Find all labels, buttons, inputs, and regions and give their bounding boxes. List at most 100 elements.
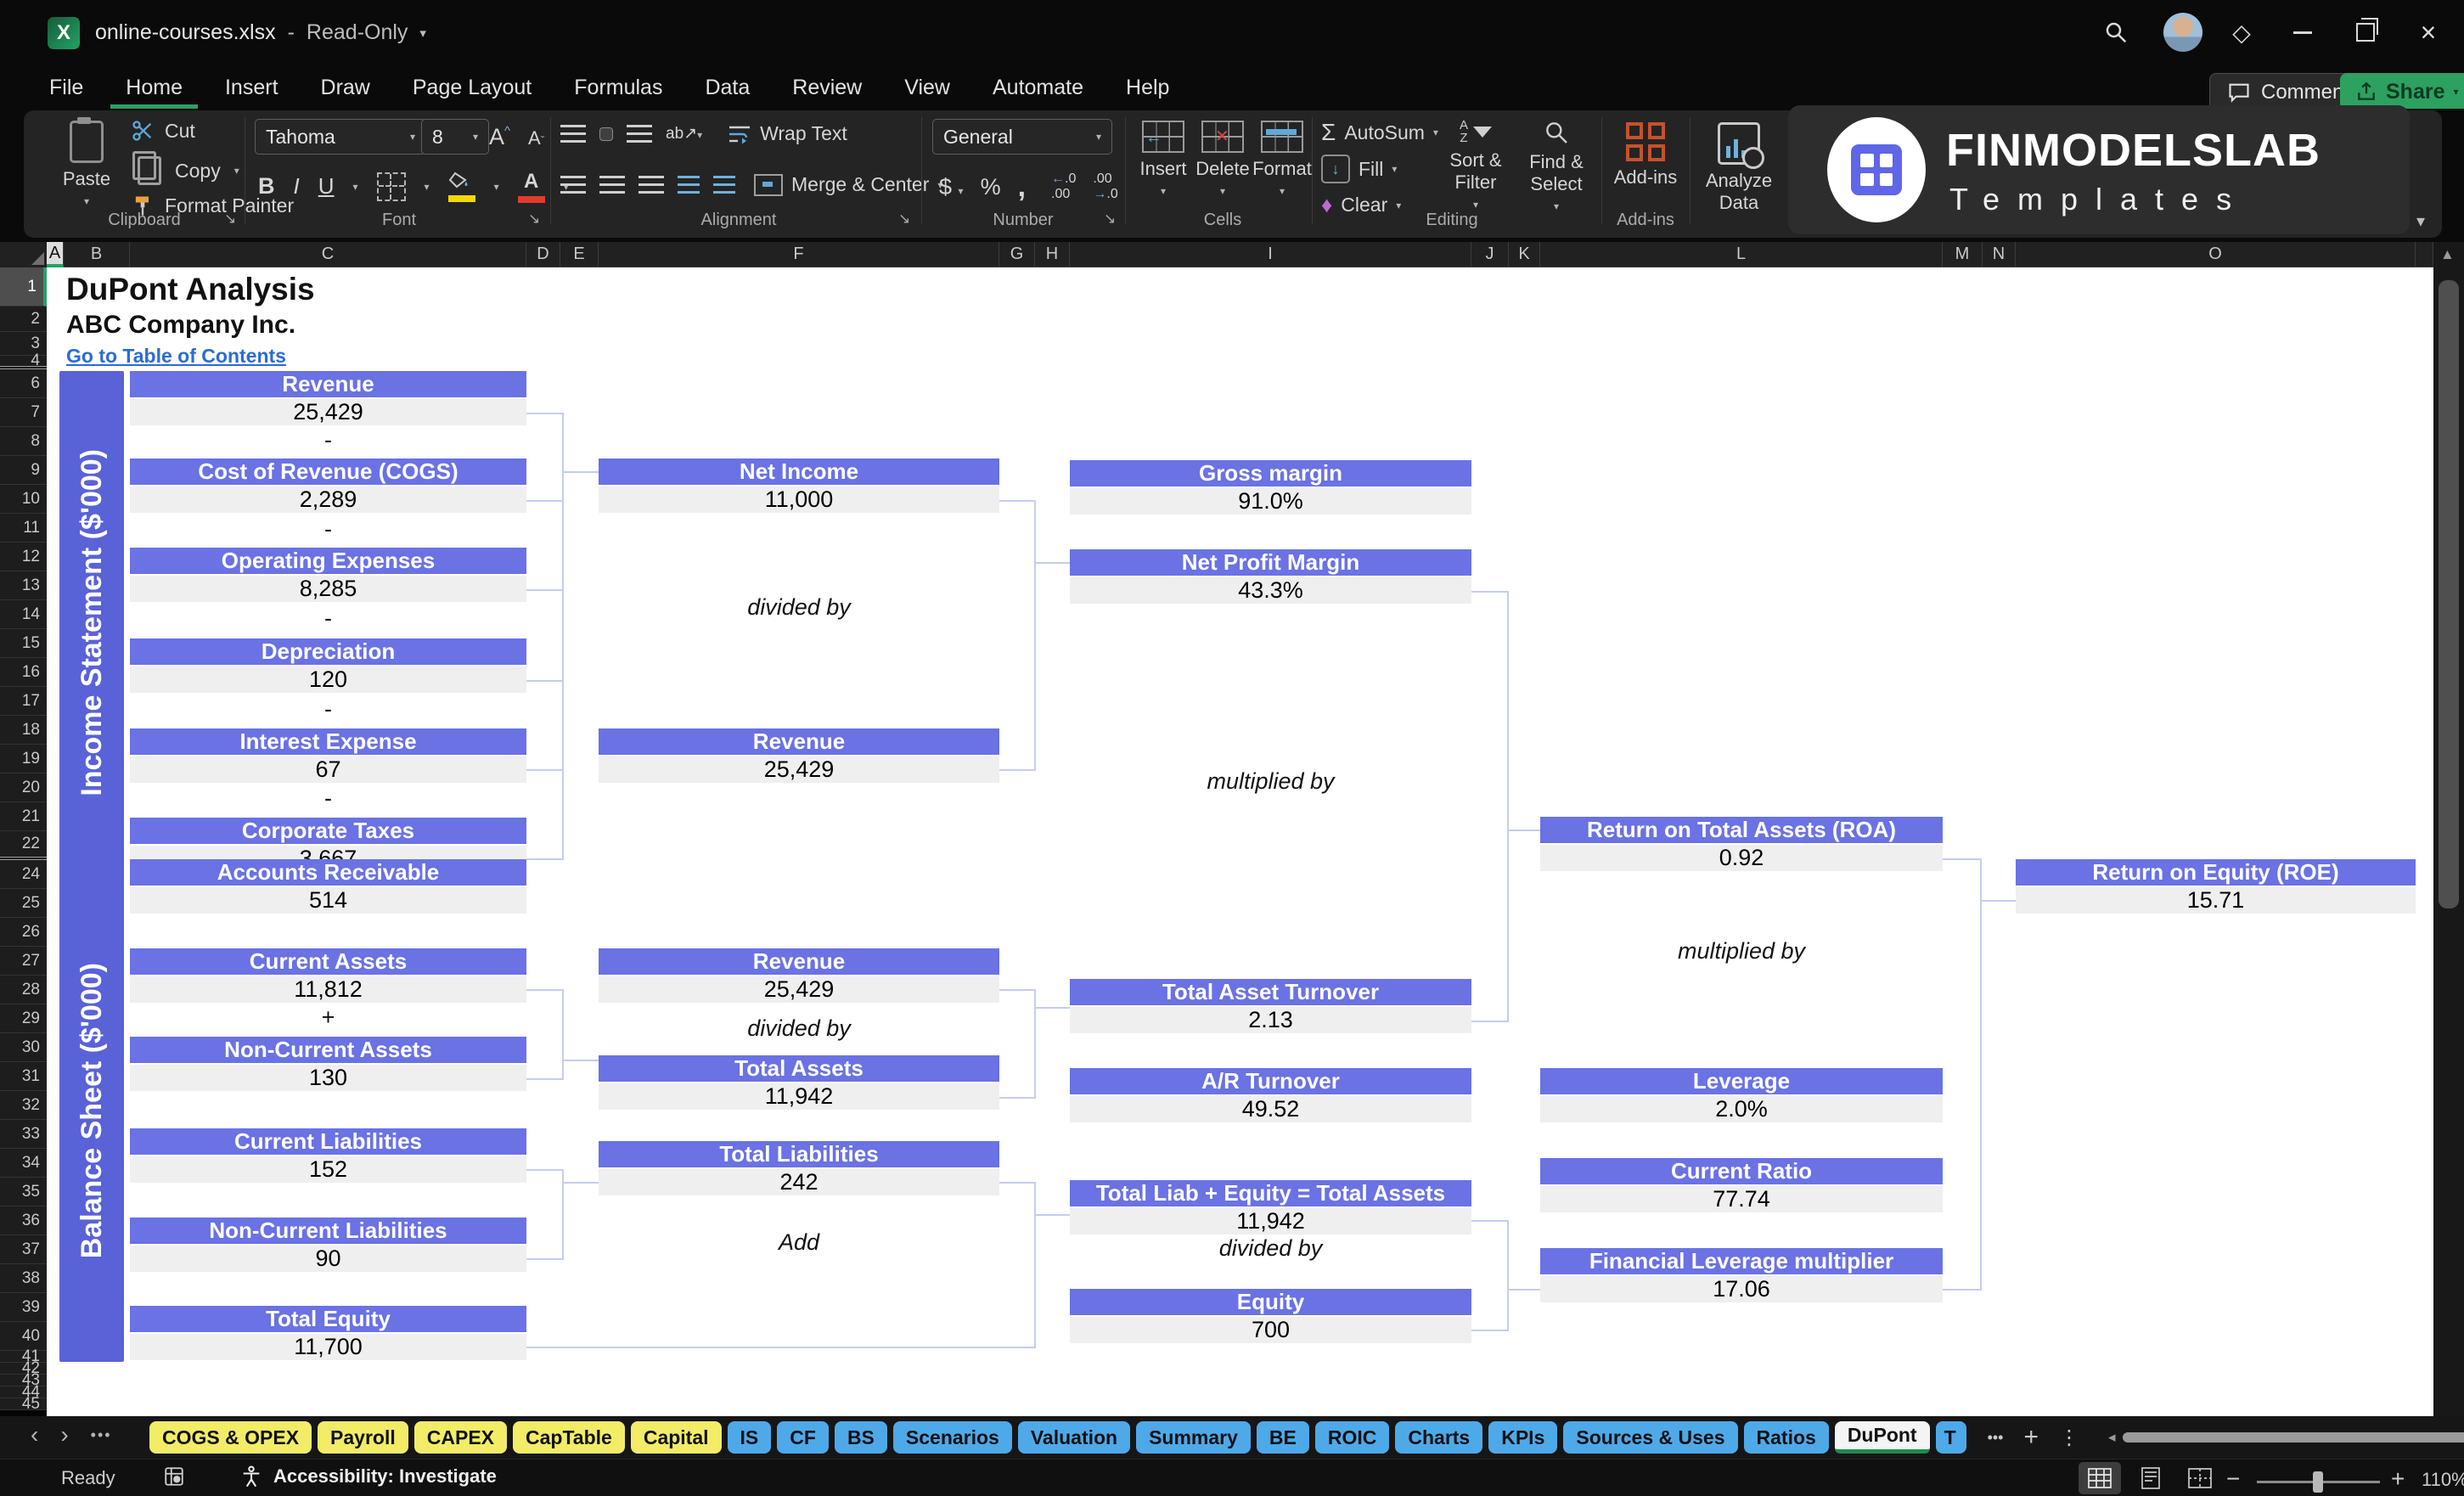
box-roe-header[interactable]: Return on Equity (ROE) (2016, 859, 2416, 886)
box-net-profit-margin-header[interactable]: Net Profit Margin (1070, 549, 1471, 576)
box-roe-value[interactable]: 15.71 (2016, 887, 2416, 914)
merge-center-button[interactable]: Merge & Center ▾ (754, 173, 942, 196)
sheet-tab-capital[interactable]: Capital (631, 1421, 722, 1454)
box-revenue-header[interactable]: Revenue (130, 371, 526, 397)
menu-tab-help[interactable]: Help (1111, 72, 1184, 109)
menu-tab-view[interactable]: View (889, 72, 965, 109)
menu-tab-formulas[interactable]: Formulas (559, 72, 678, 109)
box-total-asset-turnover-header[interactable]: Total Asset Turnover (1070, 979, 1471, 1005)
sheet-tab-payroll[interactable]: Payroll (318, 1421, 408, 1454)
search-button[interactable] (2096, 12, 2136, 53)
zoom-slider[interactable] (2257, 1481, 2380, 1483)
box-equity-value[interactable]: 700 (1070, 1317, 1471, 1343)
column-header-N[interactable]: N (1983, 242, 2016, 267)
clipboard-dialog-launcher[interactable]: ↘ (224, 211, 236, 228)
column-header-F[interactable]: F (599, 242, 999, 267)
fill-color-button[interactable] (448, 172, 475, 202)
row-header-37[interactable]: 37 (0, 1235, 47, 1264)
sheet-tab-captable[interactable]: CapTable (513, 1421, 625, 1454)
align-right-button[interactable] (639, 176, 664, 194)
align-middle-button[interactable] (599, 127, 613, 141)
more-sheets-left-icon[interactable]: ••• (91, 1426, 112, 1444)
row-header-6[interactable]: 6 (0, 369, 47, 398)
column-header-K[interactable]: K (1509, 242, 1540, 267)
table-of-contents-link[interactable]: Go to Table of Contents (66, 345, 286, 368)
row-header-45[interactable]: 45 (0, 1398, 47, 1410)
box-interest-header[interactable]: Interest Expense (130, 728, 526, 755)
column-header-J[interactable]: J (1471, 242, 1509, 267)
percent-format-button[interactable]: % (981, 174, 1001, 200)
sheet-tab-t[interactable]: T (1936, 1421, 1966, 1454)
excel-app-icon[interactable]: X (48, 17, 80, 49)
close-button[interactable]: × (2408, 12, 2449, 53)
find-select-button[interactable]: Find & Select ▾ (1520, 119, 1593, 212)
premium-diamond-icon[interactable]: ◇ (2221, 12, 2262, 53)
next-sheet-arrow[interactable]: › (60, 1421, 68, 1448)
column-header-I[interactable]: I (1070, 242, 1471, 267)
sheet-tab-scenarios[interactable]: Scenarios (893, 1421, 1012, 1454)
box-depreciation-header[interactable]: Depreciation (130, 638, 526, 665)
box-total-liabilities-value[interactable]: 242 (599, 1169, 999, 1195)
cut-button[interactable]: Cut (131, 119, 195, 143)
font-color-button[interactable]: A (518, 170, 545, 203)
menu-tab-automate[interactable]: Automate (977, 72, 1099, 109)
row-header-1[interactable]: 1 (0, 267, 47, 307)
menu-tab-file[interactable]: File (34, 72, 98, 109)
sheet-tab-capex[interactable]: CAPEX (414, 1421, 507, 1454)
zoom-out-button[interactable]: − (2226, 1465, 2240, 1493)
copy-button[interactable]: Copy ▾ (131, 156, 239, 185)
select-all-corner[interactable] (0, 242, 48, 268)
row-header-30[interactable]: 30 (0, 1033, 47, 1062)
italic-button[interactable]: I (294, 173, 300, 200)
font-name-select[interactable]: Tahoma▾ (255, 119, 426, 155)
row-header-20[interactable]: 20 (0, 773, 47, 802)
row-header-15[interactable]: 15 (0, 629, 47, 658)
row-header-13[interactable]: 13 (0, 571, 47, 600)
sheet-tab-is[interactable]: IS (728, 1421, 772, 1454)
decrease-indent-button[interactable] (678, 176, 700, 194)
box-flm-value[interactable]: 17.06 (1540, 1276, 1943, 1302)
autosum-button[interactable]: Σ AutoSum ▾ (1321, 119, 1438, 146)
box-noncurrent-liabilities-header[interactable]: Non-Current Liabilities (130, 1218, 526, 1244)
column-header-O[interactable]: O (2016, 242, 2416, 267)
row-header-32[interactable]: 32 (0, 1091, 47, 1120)
sheet-tab-ratios[interactable]: Ratios (1744, 1421, 1829, 1454)
align-top-button[interactable] (560, 125, 586, 143)
box-roa-header[interactable]: Return on Total Assets (ROA) (1540, 817, 1943, 843)
box-total-equity-header[interactable]: Total Equity (130, 1306, 526, 1332)
sheet-tab-dupont[interactable]: DuPont (1835, 1421, 1930, 1454)
prev-sheet-arrow[interactable]: ‹ (31, 1421, 38, 1448)
zoom-in-button[interactable]: + (2391, 1465, 2405, 1493)
row-header-7[interactable]: 7 (0, 398, 47, 427)
box-cogs-header[interactable]: Cost of Revenue (COGS) (130, 458, 526, 485)
box-total-assets-header[interactable]: Total Assets (599, 1055, 999, 1082)
row-header-29[interactable]: 29 (0, 1004, 47, 1033)
row-header-10[interactable]: 10 (0, 485, 47, 514)
menu-tab-page-layout[interactable]: Page Layout (397, 72, 547, 109)
borders-button[interactable] (377, 172, 406, 201)
box-leverage-value[interactable]: 2.0% (1540, 1096, 1943, 1122)
row-header-11[interactable]: 11 (0, 514, 47, 543)
row-header-17[interactable]: 17 (0, 687, 47, 716)
row-header-12[interactable]: 12 (0, 543, 47, 571)
paste-button[interactable]: Paste ▾ (53, 121, 121, 207)
sheet-options-kebab-icon[interactable]: ⋮ (2059, 1426, 2079, 1450)
box-net-income-value[interactable]: 11,000 (599, 486, 999, 513)
menu-tab-draw[interactable]: Draw (306, 72, 385, 109)
alignment-dialog-launcher[interactable]: ↘ (898, 211, 910, 228)
row-header-38[interactable]: 38 (0, 1264, 47, 1293)
insert-cells-button[interactable]: ← Insert ▾ (1136, 121, 1190, 197)
delete-cells-button[interactable]: ✕ Delete ▾ (1195, 121, 1250, 197)
column-header-D[interactable]: D (526, 242, 560, 267)
row-header-4[interactable]: 4 (0, 356, 47, 369)
horizontal-scroll-thumb[interactable] (2123, 1432, 2464, 1443)
zoom-level[interactable]: 110% (2422, 1469, 2464, 1491)
box-gross-margin-value[interactable]: 91.0% (1070, 488, 1471, 515)
sheet-tab-cogs-opex[interactable]: COGS & OPEX (149, 1421, 312, 1454)
orientation-button[interactable]: ab↗▾ (666, 124, 702, 143)
avatar[interactable] (2163, 13, 2202, 52)
box-current-assets-value[interactable]: 11,812 (130, 976, 526, 1003)
normal-view-button[interactable] (2079, 1462, 2121, 1494)
box-ar-turnover-value[interactable]: 49.52 (1070, 1096, 1471, 1122)
box-cogs-value[interactable]: 2,289 (130, 486, 526, 513)
